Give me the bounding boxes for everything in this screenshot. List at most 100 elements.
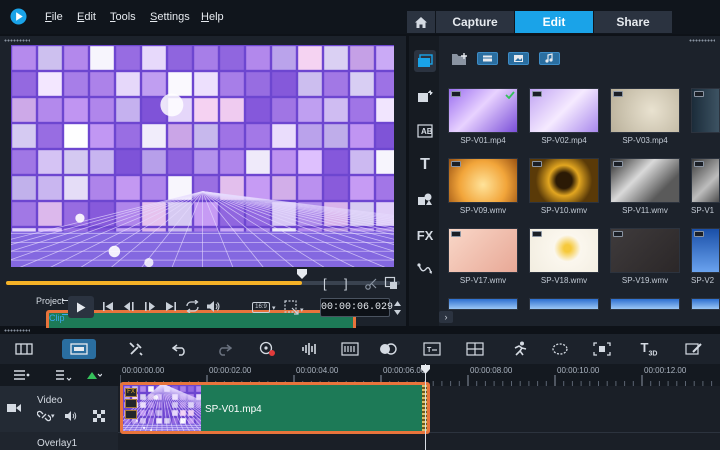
video-track-icon — [7, 404, 21, 412]
mark-in-icon[interactable]: [ — [323, 276, 327, 292]
library-thumbnail[interactable] — [691, 158, 720, 203]
undo-button[interactable] — [168, 339, 192, 359]
panel-grip[interactable] — [4, 329, 30, 332]
auto-music-button[interactable] — [338, 339, 362, 359]
previous-frame-icon[interactable] — [123, 301, 136, 312]
pan-zoom-button[interactable] — [590, 339, 614, 359]
disco-tile — [324, 98, 348, 122]
aspect-ratio-button[interactable]: 16:9 — [252, 302, 270, 313]
repeat-icon[interactable] — [185, 300, 200, 313]
library-thumbnail[interactable] — [610, 298, 680, 310]
mask-creator-button[interactable] — [548, 339, 572, 359]
show-videos-button[interactable] — [477, 52, 498, 65]
tab-share[interactable]: Share — [594, 11, 672, 33]
library-thumbnail[interactable] — [529, 228, 599, 273]
library-options-button[interactable]: › — [439, 311, 453, 323]
menu-tools[interactable]: Tools — [110, 11, 136, 23]
play-button[interactable] — [68, 296, 94, 318]
resize-dropdown-icon[interactable]: ▾ — [300, 306, 304, 314]
disco-tile — [376, 150, 394, 174]
play-icon — [77, 302, 86, 312]
panel-grip[interactable] — [4, 39, 30, 42]
storyboard-view-button[interactable] — [12, 339, 36, 359]
mark-out-icon[interactable]: ] — [344, 276, 348, 292]
track-transparency-icon[interactable] — [93, 410, 105, 422]
disco-tile — [168, 72, 192, 96]
resize-preview-icon[interactable] — [284, 300, 300, 316]
record-capture-button[interactable] — [256, 339, 280, 359]
library-thumbnail[interactable] — [610, 228, 680, 273]
library-thumbnail[interactable] — [529, 88, 599, 133]
transition-button[interactable]: AB — [414, 120, 436, 142]
track-mute-icon[interactable] — [64, 410, 78, 422]
library-thumbnail[interactable] — [610, 158, 680, 203]
menu-edit[interactable]: Edit — [77, 11, 96, 23]
menu-settings[interactable]: Settings — [150, 11, 190, 23]
panel-grip[interactable] — [689, 39, 715, 42]
graphics-button[interactable] — [414, 188, 436, 210]
home-tab[interactable] — [407, 11, 435, 33]
disco-tile — [350, 72, 374, 96]
timecode-display[interactable]: 00:00:06.029 — [320, 298, 393, 317]
skip-start-icon[interactable] — [102, 301, 114, 312]
subtitle-editor-button[interactable]: T — [420, 339, 444, 359]
instant-project-button[interactable] — [414, 86, 436, 108]
title-button[interactable]: T — [414, 154, 436, 176]
time-remapping-button[interactable] — [508, 339, 532, 359]
link-icon[interactable] — [37, 410, 51, 422]
painting-creator-button[interactable] — [682, 339, 706, 359]
timeline-playhead[interactable] — [425, 364, 426, 450]
library-thumbnail[interactable] — [610, 88, 680, 133]
disco-tile — [38, 202, 62, 226]
library-thumbnail[interactable] — [691, 88, 720, 133]
chapter-cue-icon[interactable] — [55, 369, 73, 381]
library-thumbnail[interactable] — [448, 158, 518, 203]
next-frame-icon[interactable] — [143, 301, 156, 312]
library-thumbnail[interactable] — [529, 158, 599, 203]
add-folder-icon[interactable] — [451, 52, 469, 66]
skip-end-icon[interactable] — [165, 301, 177, 312]
link-dropdown-icon[interactable]: ▾ — [51, 412, 55, 420]
transition-icon: AB — [417, 124, 433, 138]
scrubber-handle-icon[interactable] — [296, 268, 308, 280]
track-manager-icon[interactable] — [13, 369, 31, 381]
library-thumbnail[interactable] — [691, 298, 720, 310]
disco-tile — [12, 202, 36, 226]
disco-tile — [168, 124, 192, 148]
filter-button[interactable]: FX — [414, 224, 436, 246]
split-clip-icon[interactable] — [364, 277, 378, 291]
tab-capture[interactable]: Capture — [436, 11, 514, 33]
disco-tile — [142, 150, 166, 174]
toolbox-button[interactable] — [124, 339, 148, 359]
timecode-stepper-icon[interactable] — [393, 299, 402, 317]
menu-file[interactable]: File — [45, 11, 63, 23]
library-thumbnail[interactable] — [691, 228, 720, 273]
ripple-editing-icon[interactable] — [86, 370, 102, 380]
library-thumbnail[interactable] — [448, 228, 518, 273]
show-audio-button[interactable] — [539, 52, 560, 65]
snapshot-icon[interactable] — [384, 276, 398, 290]
disco-tile — [38, 176, 62, 200]
tab-edit[interactable]: Edit — [515, 11, 593, 33]
media-category-button[interactable] — [414, 50, 436, 72]
timeline-playhead-handle-icon[interactable] — [420, 364, 431, 375]
show-photos-button[interactable] — [508, 52, 529, 65]
3d-title-button[interactable]: T3D — [634, 339, 664, 359]
library-thumbnail[interactable] — [529, 298, 599, 310]
sparkle — [142, 426, 146, 429]
library-thumbnail[interactable] — [448, 88, 518, 133]
redo-button[interactable] — [212, 339, 236, 359]
timeline-view-button[interactable] — [62, 339, 96, 359]
timeline-clip[interactable]: FX SP-V01.mp4 — [120, 382, 430, 434]
path-button[interactable] — [414, 258, 436, 280]
preview-window[interactable] — [11, 45, 394, 267]
sound-mixer-button[interactable] — [298, 339, 322, 359]
volume-icon[interactable] — [206, 300, 221, 313]
multi-trim-button[interactable] — [463, 339, 487, 359]
aspect-dropdown-icon[interactable]: ▾ — [272, 304, 276, 312]
motion-tracking-button[interactable] — [376, 339, 400, 359]
menu-help[interactable]: Help — [201, 11, 224, 23]
project-mode-label[interactable]: Project — [36, 296, 64, 306]
library-thumbnail[interactable] — [448, 298, 518, 310]
disco-tile — [298, 72, 322, 96]
